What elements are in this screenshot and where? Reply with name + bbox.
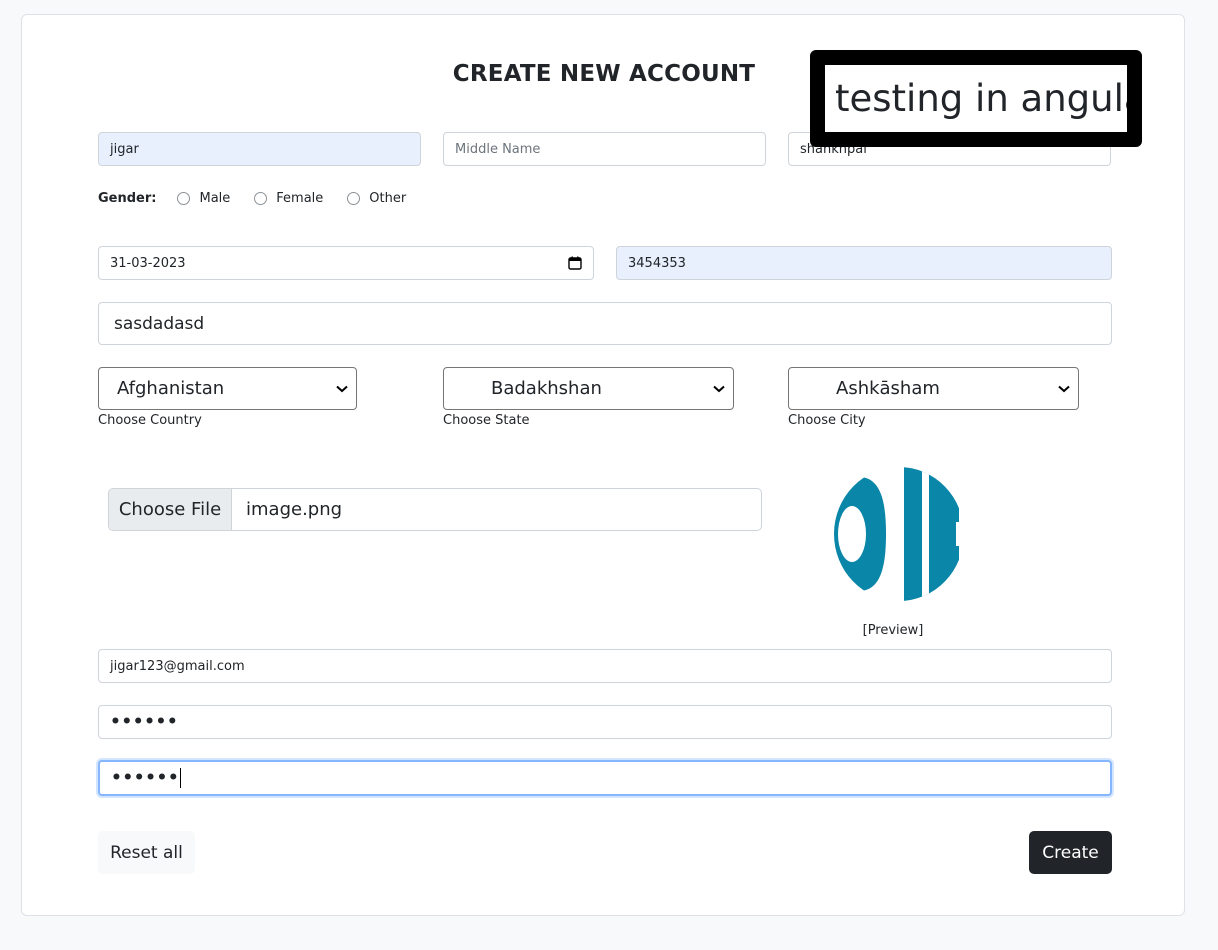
chevron-down-icon bbox=[336, 385, 348, 392]
reset-button[interactable]: Reset all bbox=[98, 831, 195, 874]
confirm-password-value: •••••• bbox=[111, 768, 180, 788]
password-input[interactable]: •••••• bbox=[98, 705, 1112, 739]
signup-card: CREATE NEW ACCOUNT testing in angular ji… bbox=[21, 14, 1185, 916]
city-label: Choose City bbox=[788, 413, 866, 428]
image-preview bbox=[834, 467, 964, 601]
email-value: jigar123@gmail.com bbox=[110, 658, 245, 674]
city-select[interactable]: Ashkāsham bbox=[788, 367, 1079, 410]
state-select[interactable]: Badakhshan bbox=[443, 367, 734, 410]
file-input[interactable]: Choose File image.png bbox=[108, 488, 762, 531]
first-name-value: jigar bbox=[110, 141, 139, 157]
state-value: Badakhshan bbox=[491, 378, 602, 399]
dob-value: 31-03-2023 bbox=[110, 255, 186, 271]
email-input[interactable]: jigar123@gmail.com bbox=[98, 649, 1112, 683]
city-value: Ashkāsham bbox=[836, 378, 940, 399]
gender-label-other: Other bbox=[369, 190, 407, 206]
country-value: Afghanistan bbox=[117, 378, 225, 399]
file-name: image.png bbox=[246, 499, 343, 520]
phone-value: 3454353 bbox=[628, 255, 686, 271]
gender-radio-other[interactable] bbox=[347, 191, 361, 205]
state-label: Choose State bbox=[443, 413, 530, 428]
text-caret bbox=[180, 768, 182, 788]
first-name-input[interactable]: jigar bbox=[98, 132, 421, 166]
gender-group: Gender: Male Female Other bbox=[98, 190, 430, 206]
phone-input[interactable]: 3454353 bbox=[616, 246, 1112, 280]
country-select[interactable]: Afghanistan bbox=[98, 367, 357, 410]
gender-label-female: Female bbox=[276, 190, 324, 206]
create-button[interactable]: Create bbox=[1029, 831, 1112, 874]
gender-label: Gender: bbox=[98, 190, 157, 206]
gender-radio-male[interactable] bbox=[177, 191, 191, 205]
choose-file-button[interactable]: Choose File bbox=[109, 489, 232, 530]
confirm-password-input[interactable]: •••••• bbox=[98, 760, 1112, 796]
address-value: sasdadasd bbox=[114, 313, 205, 334]
overlay-text: testing in angular bbox=[835, 77, 1142, 120]
overlay-text-box: testing in angular bbox=[810, 50, 1142, 147]
calendar-icon[interactable] bbox=[568, 256, 582, 270]
country-label: Choose Country bbox=[98, 413, 202, 428]
gender-label-male: Male bbox=[199, 190, 231, 206]
password-value: •••••• bbox=[110, 712, 179, 732]
dob-input[interactable]: 31-03-2023 bbox=[98, 246, 594, 280]
chevron-down-icon bbox=[1058, 385, 1070, 392]
middle-name-placeholder: Middle Name bbox=[455, 141, 541, 157]
chevron-down-icon bbox=[713, 385, 725, 392]
preview-caption: [Preview] bbox=[862, 623, 924, 638]
middle-name-input[interactable]: Middle Name bbox=[443, 132, 766, 166]
address-input[interactable]: sasdadasd bbox=[98, 302, 1112, 345]
gender-radio-female[interactable] bbox=[254, 191, 268, 205]
